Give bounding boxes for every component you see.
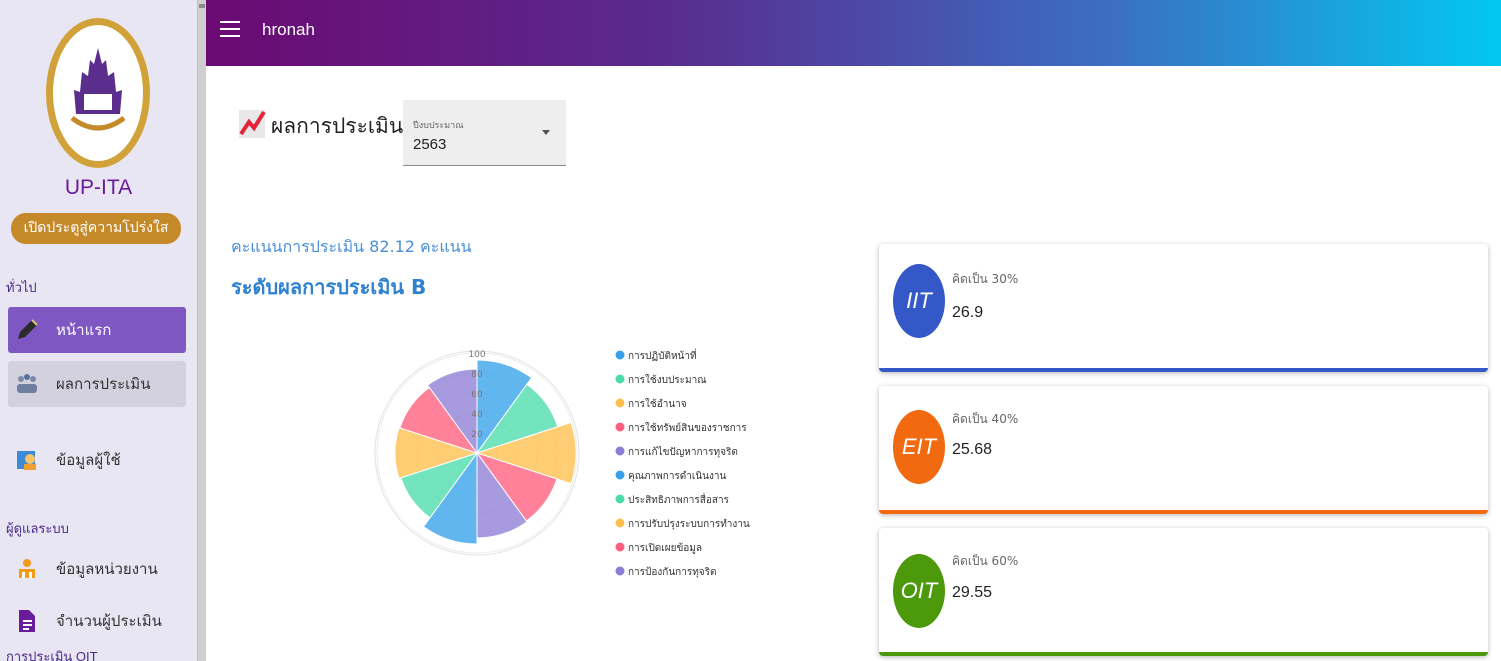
legend-label[interactable]: คุณภาพการดำเนินงาน <box>628 471 727 482</box>
eit-card: EIT คิดเป็น 40% 25.68 <box>879 386 1488 514</box>
fiscal-year-value: 2563 <box>413 136 447 153</box>
org-icon <box>12 555 42 583</box>
eit-score: 25.68 <box>952 441 993 458</box>
eit-accent-bar <box>879 510 1488 514</box>
oit-percent: คิดเป็น 60% <box>952 554 1019 568</box>
legend-swatch[interactable] <box>615 518 625 528</box>
level-text: ระดับผลการประเมิน B <box>231 275 427 299</box>
legend-label[interactable]: การป้องกันการทุจริต <box>628 566 717 578</box>
legend-label[interactable]: การใช้อำนาจ <box>628 398 687 410</box>
legend-swatch[interactable] <box>615 470 625 480</box>
sidebar-item-label: หน้าแรก <box>56 322 112 339</box>
legend-swatch[interactable] <box>615 446 625 456</box>
legend-swatch[interactable] <box>615 566 625 576</box>
fiscal-year-label: ปีงบประมาณ <box>413 121 464 131</box>
legend-swatch[interactable] <box>615 422 625 432</box>
dropdown-arrow-icon <box>542 130 550 135</box>
oit-accent-bar <box>879 652 1488 656</box>
r-tick-label: 60 <box>471 390 483 400</box>
legend-swatch[interactable] <box>615 374 625 384</box>
header-title: hronah <box>262 20 315 39</box>
brand-name: UP-ITA <box>64 176 133 199</box>
section-general: ทั่วไป <box>6 280 37 295</box>
eit-percent: คิดเป็น 40% <box>952 412 1019 426</box>
sidebar: UP-ITA เปิดประตูสู่ความโปร่งใส ทั่วไป หน… <box>0 0 197 661</box>
sidebar-item-organization[interactable]: ข้อมูลหน่วยงาน <box>8 546 186 592</box>
r-tick-label: 100 <box>468 350 485 360</box>
menu-icon[interactable] <box>220 21 240 41</box>
legend-swatch[interactable] <box>615 398 625 408</box>
section-admin: ผู้ดูแลระบบ <box>6 521 69 536</box>
oit-card: OIT คิดเป็น 60% 29.55 <box>879 528 1488 656</box>
sidebar-item-label: จำนวนผู้ประเมิน <box>56 613 162 630</box>
scrollbar-thumb[interactable] <box>199 4 205 8</box>
legend-label[interactable]: ประสิทธิภาพการสื่อสาร <box>628 492 730 506</box>
sidebar-scrollbar[interactable] <box>197 0 206 661</box>
fiscal-year-select[interactable]: ปีงบประมาณ 2563 <box>403 100 566 166</box>
legend-label[interactable]: การใช้ทรัพย์สินของราชการ <box>628 422 747 434</box>
legend-swatch[interactable] <box>615 494 625 504</box>
sidebar-item-assessors[interactable]: จำนวนผู้ประเมิน <box>8 598 186 644</box>
sidebar-item-label: ผลการประเมิน <box>56 376 151 393</box>
iit-badge: IIT <box>893 264 945 338</box>
r-tick-label: 80 <box>471 370 483 380</box>
iit-percent: คิดเป็น 30% <box>952 272 1019 286</box>
chart-trend-icon <box>239 110 266 138</box>
iit-accent-bar <box>879 368 1488 372</box>
user-card-icon <box>12 446 42 474</box>
legend-label[interactable]: การปฏิบัติหน้าที่ <box>628 348 697 362</box>
legend-label[interactable]: การแก้ไขปัญหาการทุจริต <box>628 446 738 458</box>
sidebar-item-home[interactable]: หน้าแรก <box>8 307 186 353</box>
oit-score: 29.55 <box>952 584 993 601</box>
legend-label[interactable]: การปรับปรุงระบบการทำงาน <box>628 519 750 530</box>
r-tick-label: 20 <box>471 430 483 440</box>
page-title: ผลการประเมิน <box>271 115 404 138</box>
eit-badge: EIT <box>893 410 945 484</box>
legend-swatch[interactable] <box>615 350 625 360</box>
sidebar-item-user-info[interactable]: ข้อมูลผู้ใช้ <box>8 437 186 483</box>
section-oit: การประเมิน OIT <box>6 649 98 661</box>
iit-card: IIT คิดเป็น 30% 26.9 <box>879 244 1488 372</box>
legend-label[interactable]: การใช้งบประมาณ <box>628 374 707 386</box>
sidebar-item-label: ข้อมูลหน่วยงาน <box>56 561 158 578</box>
people-icon <box>12 370 42 398</box>
iit-score: 26.9 <box>952 304 984 321</box>
pen-icon <box>12 316 42 344</box>
r-tick-label: 40 <box>471 410 483 420</box>
app-root: UP-ITA เปิดประตูสู่ความโปร่งใส ทั่วไป หน… <box>0 0 1501 661</box>
document-icon <box>12 607 42 635</box>
oit-badge: OIT <box>893 554 945 628</box>
legend-swatch[interactable] <box>615 542 625 552</box>
sidebar-item-results[interactable]: ผลการประเมิน <box>8 361 186 407</box>
brand-tagline: เปิดประตูสู่ความโปร่งใส <box>11 213 181 244</box>
polar-area-chart: 20 40 60 80 100 การปฏิบัติหน้าที่การใช้งบประม… <box>374 348 750 578</box>
legend-label[interactable]: การเปิดเผยข้อมูล <box>628 542 702 554</box>
top-app-bar: hronah <box>206 0 1501 66</box>
score-text: คะแนนการประเมิน 82.12 คะแนน <box>231 237 472 256</box>
sidebar-item-label: ข้อมูลผู้ใช้ <box>56 452 121 469</box>
emblem-icon <box>70 48 126 131</box>
